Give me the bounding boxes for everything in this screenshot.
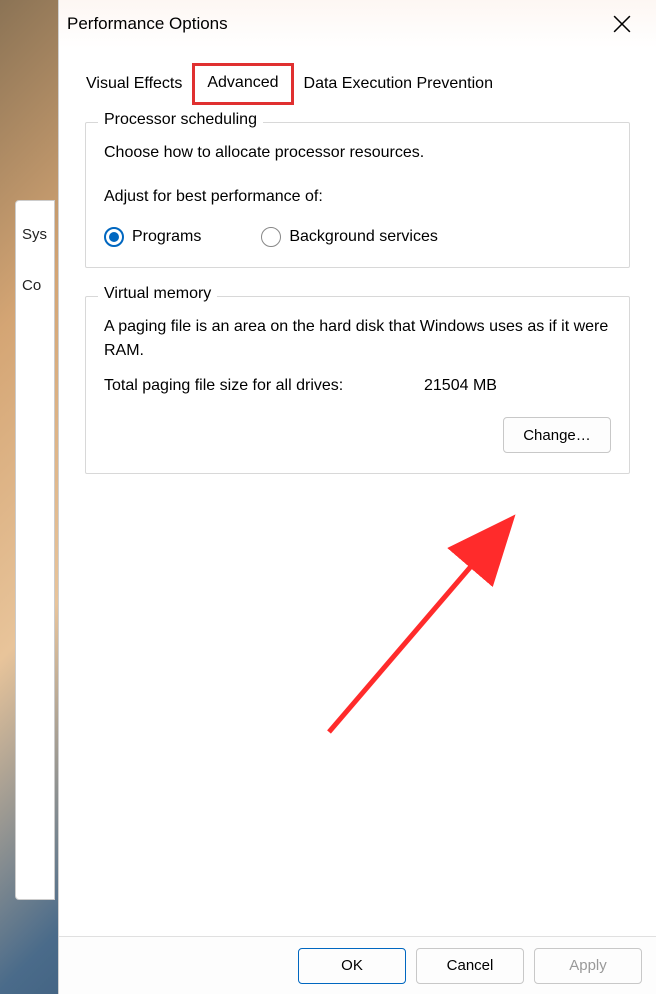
change-button[interactable]: Change… [503, 417, 611, 453]
tab-content: Processor scheduling Choose how to alloc… [59, 102, 656, 936]
dialog-footer: OK Cancel Apply [59, 936, 656, 994]
radio-background-services[interactable]: Background services [261, 227, 438, 247]
tab-strip: Visual Effects Advanced Data Execution P… [59, 48, 656, 102]
tab-dep[interactable]: Data Execution Prevention [291, 66, 506, 102]
ok-button[interactable]: OK [298, 948, 406, 984]
titlebar: Performance Options [59, 0, 656, 48]
radio-icon [104, 227, 124, 247]
tab-visual-effects[interactable]: Visual Effects [73, 66, 195, 102]
performance-options-dialog: Performance Options Visual Effects Advan… [58, 0, 656, 994]
radio-programs[interactable]: Programs [104, 227, 201, 247]
background-text-co: Co [22, 277, 41, 294]
paging-file-label: Total paging file size for all drives: [104, 377, 424, 395]
paging-file-row: Total paging file size for all drives: 2… [104, 377, 611, 395]
virtual-memory-group: Virtual memory A paging file is an area … [85, 296, 630, 474]
background-window-partial [15, 200, 55, 900]
processor-scheduling-group: Processor scheduling Choose how to alloc… [85, 122, 630, 268]
processor-scheduling-title: Processor scheduling [98, 111, 263, 129]
tab-advanced[interactable]: Advanced [192, 63, 293, 105]
paging-file-value: 21504 MB [424, 377, 497, 395]
change-button-row: Change… [104, 417, 611, 453]
cancel-button[interactable]: Cancel [416, 948, 524, 984]
virtual-memory-description: A paging file is an area on the hard dis… [104, 315, 611, 363]
dialog-title: Performance Options [67, 14, 604, 34]
close-icon [613, 15, 631, 33]
background-text-sys: Sys [22, 226, 47, 243]
annotation-arrow-icon [309, 502, 539, 742]
radio-icon [261, 227, 281, 247]
adjust-performance-label: Adjust for best performance of: [104, 185, 611, 209]
radio-group: Programs Background services [104, 227, 611, 247]
virtual-memory-title: Virtual memory [98, 285, 217, 303]
close-button[interactable] [604, 6, 640, 42]
apply-button: Apply [534, 948, 642, 984]
radio-background-services-label: Background services [289, 228, 438, 246]
radio-programs-label: Programs [132, 228, 201, 246]
processor-scheduling-description: Choose how to allocate processor resourc… [104, 141, 611, 165]
